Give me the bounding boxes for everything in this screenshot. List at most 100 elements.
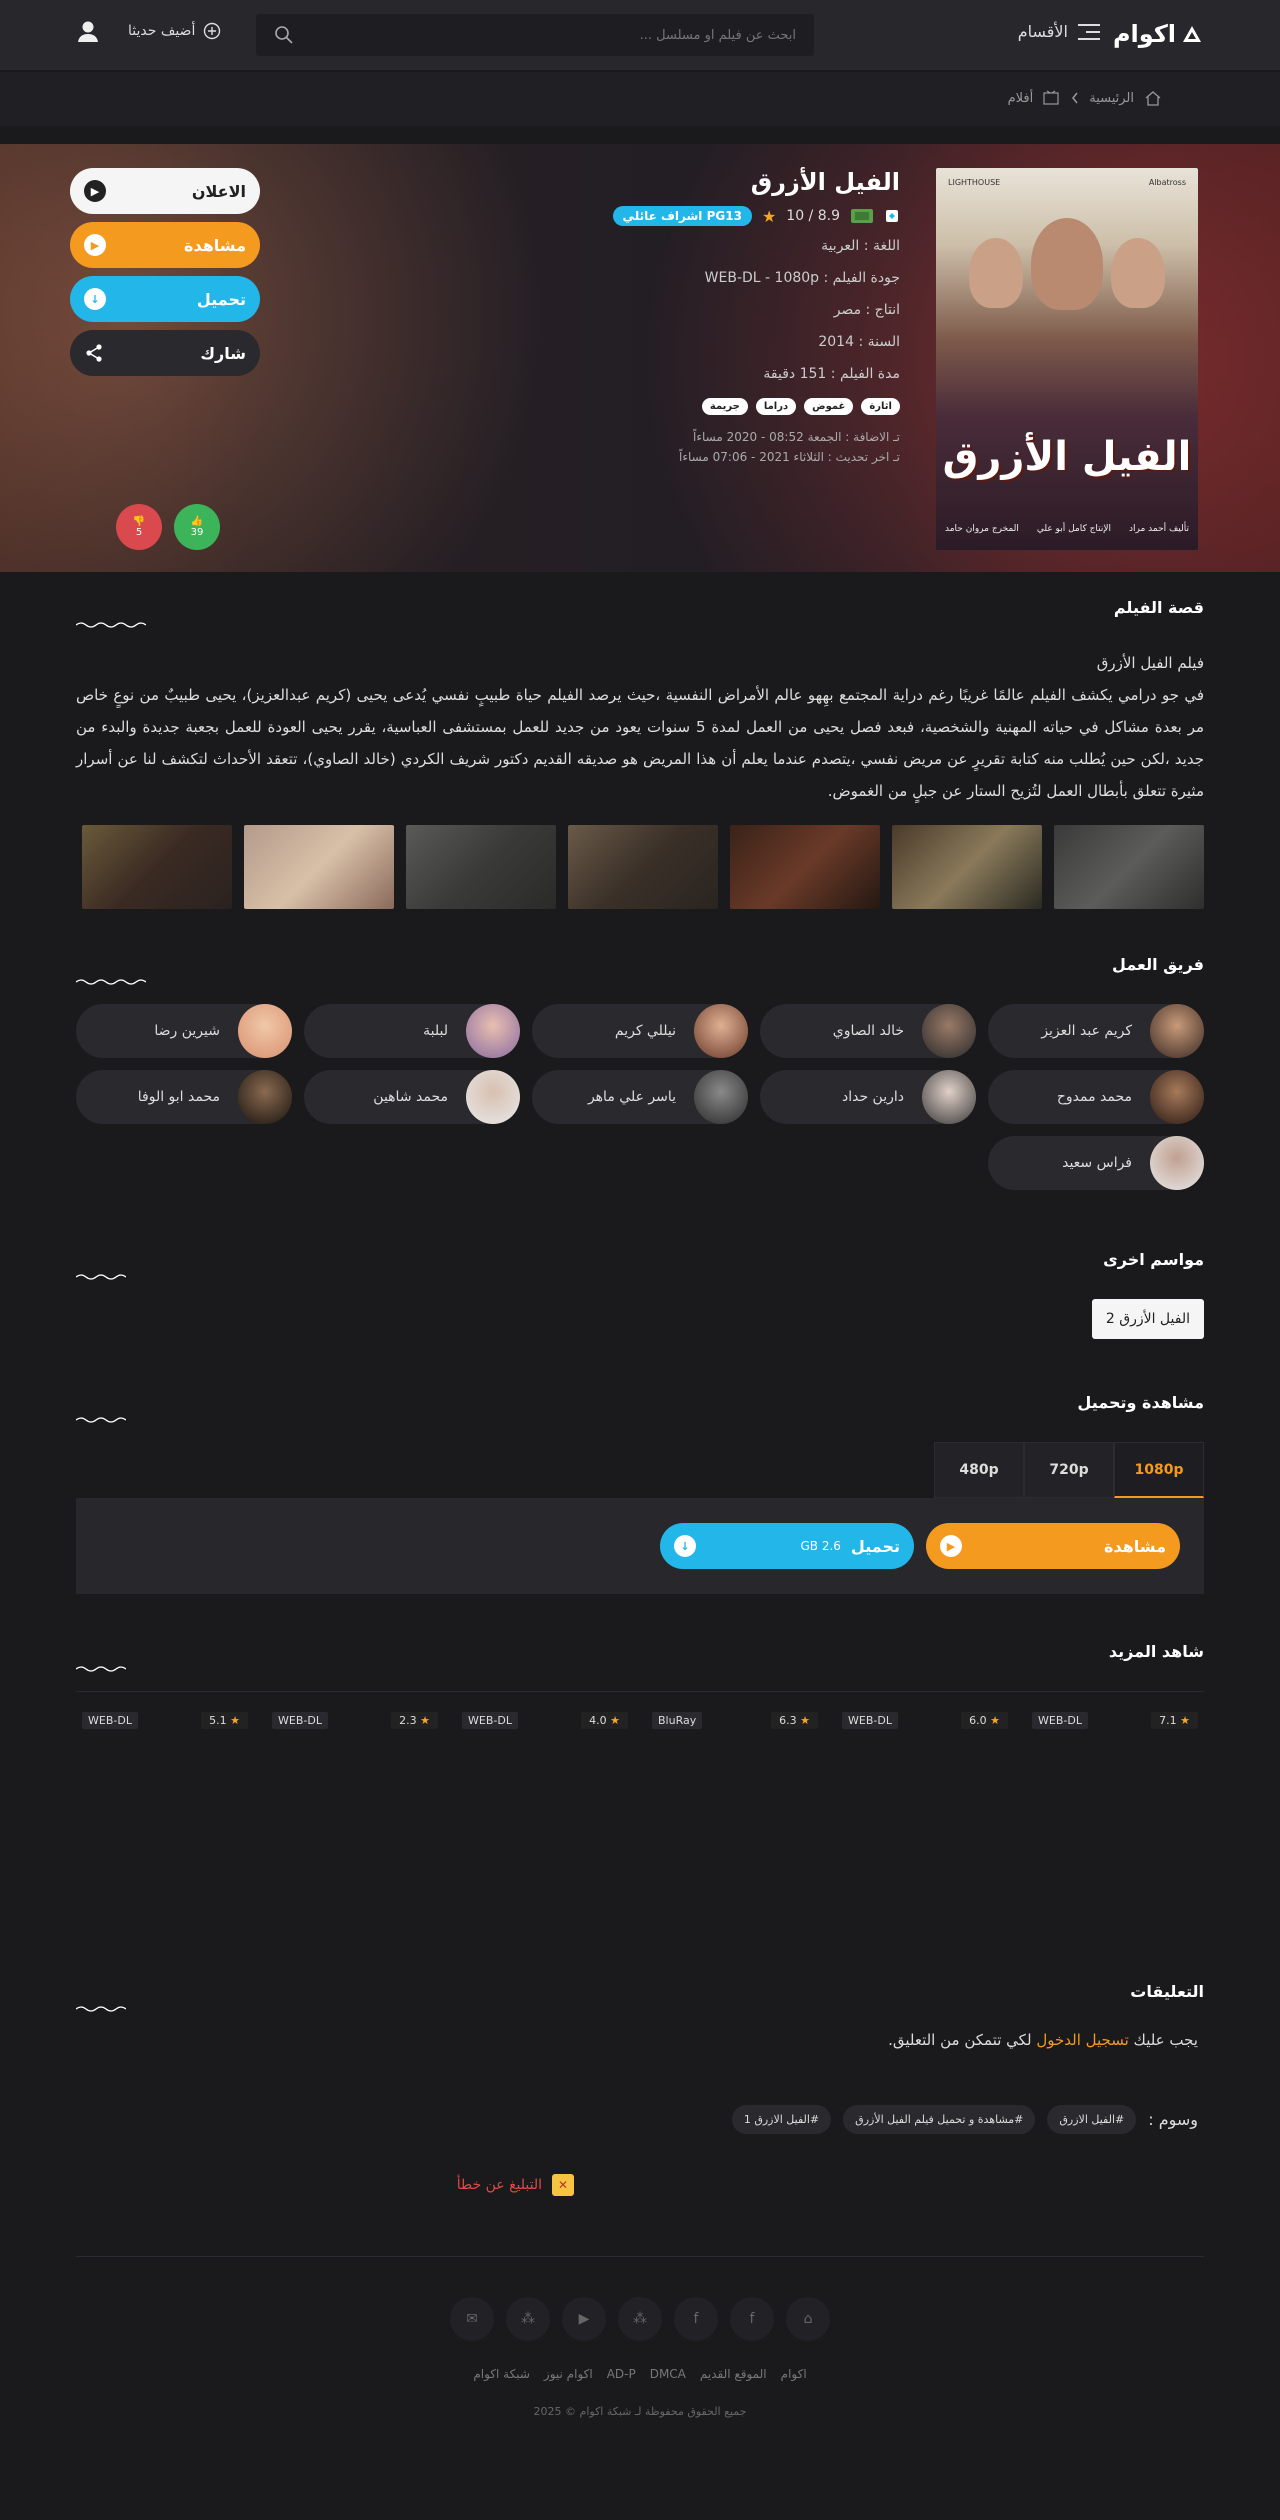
card-quality: BluRay [652, 1712, 703, 1729]
keywords-label: وسوم : [1148, 2110, 1198, 2129]
recently-added-label: أضيف حديثا [128, 23, 196, 39]
genre-tag[interactable]: جريمة [701, 398, 748, 415]
footer: ⌂ f f ⁂ ▶ ⁂ ✉ اكوام الموقع القديم DMCA A… [76, 2256, 1204, 2418]
cast-member[interactable]: محمد ابو الوفا [76, 1070, 292, 1124]
movie-year: السنة : 2014 [818, 334, 900, 350]
screenshot-thumb[interactable] [406, 825, 556, 909]
tab-480p[interactable]: 480p [934, 1442, 1024, 1498]
screenshot-thumb[interactable] [568, 825, 718, 909]
site-logo[interactable]: اكوام [1113, 20, 1202, 48]
poster-studio-right: LIGHTHOUSE [948, 178, 1001, 187]
story-text: في جو درامي يكشف الفيلم عالمًا غريبًا رغ… [76, 686, 1205, 800]
cast-name: دارين حداد [841, 1089, 904, 1105]
youtube-icon[interactable]: ▶ [562, 2297, 606, 2341]
categories-menu[interactable]: الأقسام [1018, 22, 1100, 41]
card-quality: WEB-DL [272, 1712, 328, 1729]
card-quality: WEB-DL [1032, 1712, 1088, 1729]
download-1080p-button[interactable]: تحميل 2.6 GB ↓ [660, 1523, 914, 1569]
movie-title: الفيل الأزرق [750, 168, 900, 196]
cast-member[interactable]: خالد الصاوي [760, 1004, 976, 1058]
keyword-tag[interactable]: #الفيل الازرق [1047, 2105, 1137, 2134]
cast-name: ياسر علي ماهر [587, 1089, 676, 1105]
like-button[interactable]: 👍 39 [174, 504, 220, 550]
genre-tag[interactable]: دراما [755, 398, 797, 415]
report-error-link[interactable]: ✕ التبليغ عن خطأ [76, 2174, 574, 2196]
movie-card[interactable]: ★ 6.0 WEB-DL [836, 1706, 1014, 1932]
user-icon[interactable] [74, 18, 102, 46]
tab-720p[interactable]: 720p [1024, 1442, 1114, 1498]
avatar [466, 1070, 520, 1124]
card-rating: ★ 2.3 [391, 1712, 438, 1729]
footer-link[interactable]: اكوام نيوز [544, 2367, 593, 2381]
cast-name: محمد ابو الوفا [137, 1089, 220, 1105]
cast-member[interactable]: شيرين رضا [76, 1004, 292, 1058]
download-button[interactable]: تحميل ↓ [70, 276, 260, 322]
keywords: وسوم : #الفيل الازرق #مشاهدة و تحميل فيل… [76, 2105, 1198, 2134]
movie-country: انتاج : مصر [833, 302, 900, 318]
movie-card[interactable]: ★ 4.0 WEB-DL [456, 1706, 634, 1932]
poster-credit: الإنتاج كامل أبو علي [1036, 524, 1112, 534]
movie-card[interactable]: ★ 2.3 WEB-DL [266, 1706, 444, 1932]
social-links: ⌂ f f ⁂ ▶ ⁂ ✉ [76, 2297, 1204, 2341]
cast-member[interactable]: دارين حداد [760, 1070, 976, 1124]
share-icon [86, 344, 102, 362]
tab-1080p[interactable]: 1080p [1114, 1442, 1204, 1498]
search-input[interactable] [316, 27, 796, 43]
cast-member[interactable]: ياسر علي ماهر [532, 1070, 748, 1124]
home-icon[interactable]: ⌂ [786, 2297, 830, 2341]
squiggle-divider [76, 979, 146, 985]
watch-1080p-button[interactable]: مشاهدة ▶ [926, 1523, 1180, 1569]
avatar [1150, 1004, 1204, 1058]
cast-member[interactable]: فراس سعيد [988, 1136, 1204, 1190]
avatar [694, 1004, 748, 1058]
footer-link[interactable]: DMCA [650, 2367, 686, 2381]
search-icon[interactable] [274, 25, 294, 45]
facebook-icon[interactable]: f [730, 2297, 774, 2341]
breadcrumb-home[interactable]: الرئيسية [1089, 91, 1134, 106]
cast-member[interactable]: نيللي كريم [532, 1004, 748, 1058]
screenshot-thumb[interactable] [730, 825, 880, 909]
movie-card[interactable]: ★ 5.1 WEB-DL [76, 1706, 254, 1932]
keyword-tag[interactable]: #الفيل الازرق 1 [731, 2105, 832, 2134]
footer-link[interactable]: الموقع القديم [700, 2367, 767, 2381]
footer-link[interactable]: AD-P [607, 2367, 636, 2381]
story-section: قصة الفيلم فيلم الفيل الأزرق في جو درامي… [76, 572, 1204, 909]
cast-member[interactable]: كريم عبد العزيز [988, 1004, 1204, 1058]
cast-name: محمد ممدوح [1056, 1089, 1132, 1105]
screenshot-thumb[interactable] [82, 825, 232, 909]
season-link[interactable]: الفيل الأزرق 2 [1091, 1299, 1204, 1339]
network-icon[interactable]: ⁂ [506, 2297, 550, 2341]
footer-link[interactable]: شبكة اكوام [473, 2367, 530, 2381]
facebook-icon[interactable]: f [674, 2297, 718, 2341]
screenshot-thumb[interactable] [1054, 825, 1204, 909]
mail-icon[interactable]: ✉ [450, 2297, 494, 2341]
card-quality: WEB-DL [82, 1712, 138, 1729]
footer-link[interactable]: اكوام [781, 2367, 807, 2381]
thumbs-up-icon: 👍 [190, 516, 204, 527]
cast-name: محمد شاهين [373, 1089, 448, 1105]
dislike-button[interactable]: 👎 5 [116, 504, 162, 550]
cast-member[interactable]: لبلبة [304, 1004, 520, 1058]
share-button[interactable]: شارك [70, 330, 260, 376]
watch-button[interactable]: مشاهدة ▶ [70, 222, 260, 268]
recently-added-link[interactable]: أضيف حديثا [128, 22, 221, 40]
keyword-tag[interactable]: #مشاهدة و تحميل فيلم الفيل الأزرق [843, 2105, 1036, 2134]
watch-download-section: مشاهدة وتحميل 1080p 720p 480p مشاهدة ▶ ت… [76, 1393, 1204, 1594]
cast-member[interactable]: محمد شاهين [304, 1070, 520, 1124]
squiggle-divider [76, 2006, 126, 2012]
breadcrumb-movies[interactable]: أفلام [1008, 91, 1034, 106]
cast-member[interactable]: محمد ممدوح [988, 1070, 1204, 1124]
genre-tag[interactable]: غموض [804, 398, 854, 415]
home-icon [1145, 91, 1161, 106]
movie-card[interactable]: ★ 7.1 WEB-DL [1026, 1706, 1204, 1932]
movie-card[interactable]: ★ 6.3 BluRay [646, 1706, 824, 1932]
network-icon[interactable]: ⁂ [618, 2297, 662, 2341]
screenshot-thumb[interactable] [892, 825, 1042, 909]
genre-tag[interactable]: اثارة [861, 398, 900, 415]
screenshot-thumb[interactable] [244, 825, 394, 909]
login-link[interactable]: تسجيل الدخول [1036, 2031, 1128, 2049]
trailer-label: الاعلان [191, 181, 246, 201]
tag-icon [886, 210, 898, 222]
trailer-button[interactable]: الاعلان ▶ [70, 168, 260, 214]
story-heading: فيلم الفيل الأزرق [1096, 654, 1204, 672]
